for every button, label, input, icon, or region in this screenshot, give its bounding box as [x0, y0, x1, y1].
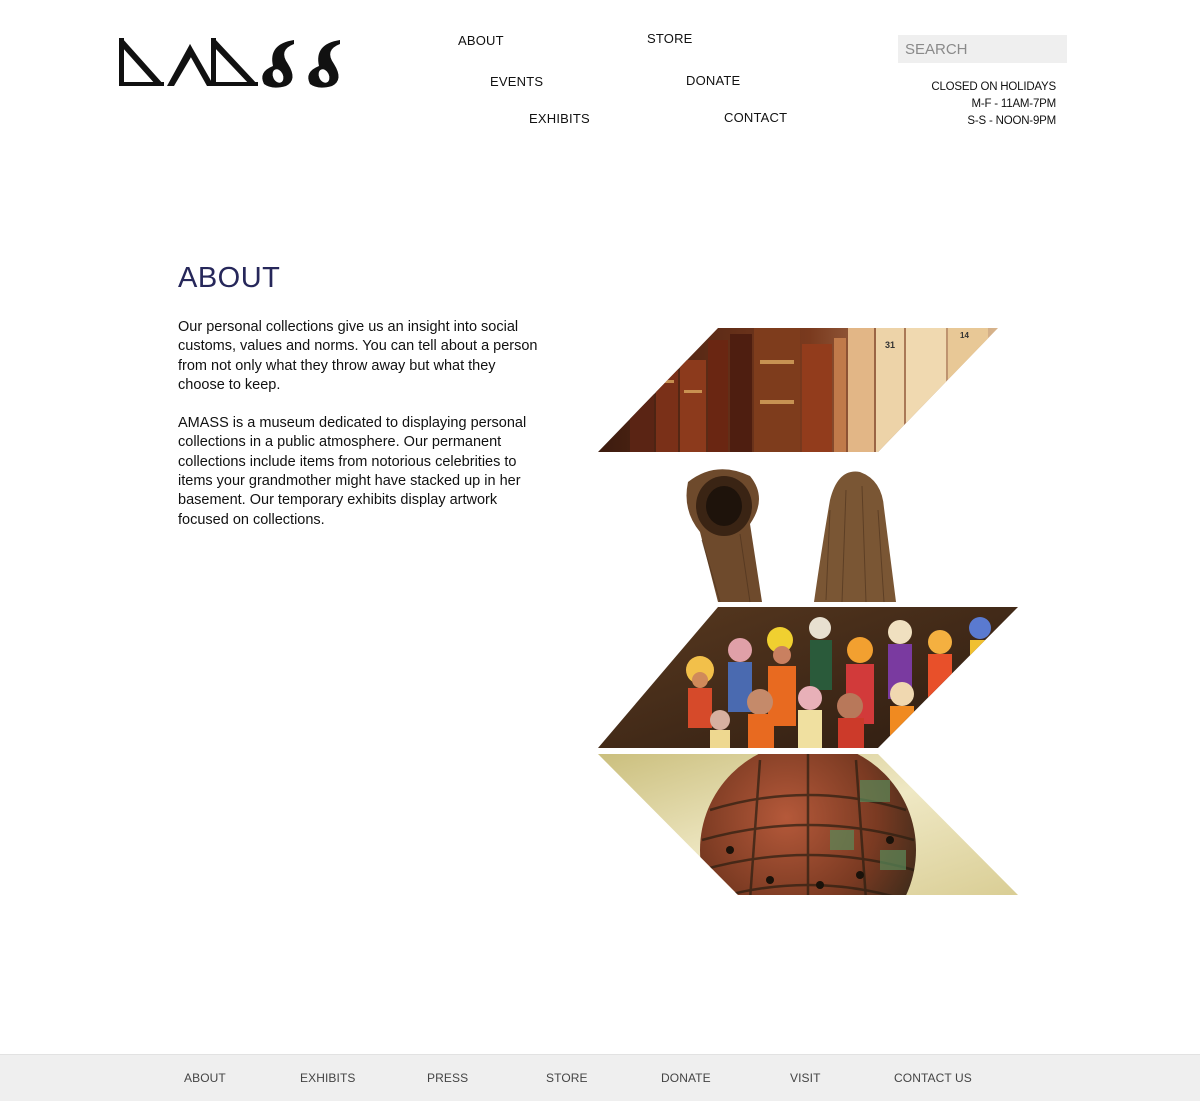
footer-link-about[interactable]: ABOUT — [184, 1071, 226, 1085]
hours-weekends: S-S - NOON-9PM — [967, 115, 1056, 127]
nav-donate[interactable]: DONATE — [686, 73, 740, 88]
hours-holidays: CLOSED ON HOLIDAYS — [931, 81, 1056, 93]
page-title: ABOUT — [178, 262, 281, 294]
books-photo: 31 14 — [598, 328, 998, 452]
footer-link-press[interactable]: PRESS — [427, 1071, 468, 1085]
about-paragraph-2: AMASS is a museum dedicated to displayin… — [178, 415, 527, 528]
about-text: Our personal collections give us an insi… — [178, 318, 546, 549]
woven-sculpture-photo — [686, 469, 896, 603]
search-input[interactable] — [898, 35, 1067, 63]
nav-about[interactable]: ABOUT — [458, 33, 504, 48]
svg-text:31: 31 — [885, 340, 895, 350]
collection-collage: 31 14 — [598, 328, 1018, 895]
footer-link-donate[interactable]: DONATE — [661, 1071, 711, 1085]
footer-link-visit[interactable]: VISIT — [790, 1071, 821, 1085]
footer-bar: ABOUT EXHIBITS PRESS STORE DONATE VISIT … — [0, 1054, 1200, 1101]
about-paragraph-1: Our personal collections give us an insi… — [178, 319, 538, 393]
footer-link-store[interactable]: STORE — [546, 1071, 588, 1085]
nav-store[interactable]: STORE — [647, 31, 693, 46]
figurines-photo — [598, 607, 1018, 748]
sphere-sculpture-photo — [598, 754, 1018, 895]
nav-events[interactable]: EVENTS — [490, 74, 543, 89]
nav-contact[interactable]: CONTACT — [724, 110, 787, 125]
footer-link-exhibits[interactable]: EXHIBITS — [300, 1071, 355, 1085]
nav-exhibits[interactable]: EXHIBITS — [529, 111, 590, 126]
footer-link-contact-us[interactable]: CONTACT US — [894, 1071, 972, 1085]
svg-text:14: 14 — [960, 331, 969, 340]
amass-logo[interactable] — [118, 34, 346, 90]
opening-hours: CLOSED ON HOLIDAYS M-F - 11AM-7PM S-S - … — [931, 79, 1056, 130]
hours-weekdays: M-F - 11AM-7PM — [971, 98, 1056, 110]
